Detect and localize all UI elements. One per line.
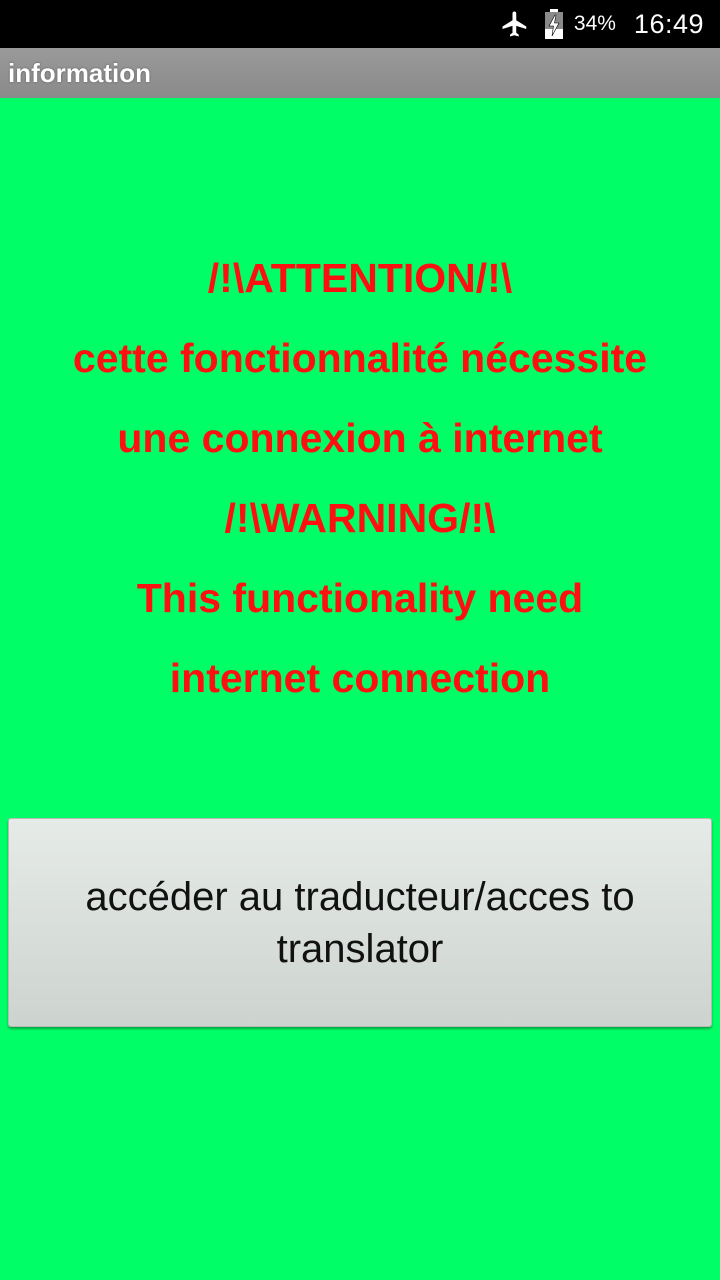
page-title: information bbox=[8, 57, 151, 88]
warning-message: /!\ATTENTION/!\ cette fonctionnalité néc… bbox=[0, 238, 720, 718]
access-translator-button-label: accéder au traducteur/acces to translato… bbox=[85, 874, 635, 971]
message-line-warning: /!\WARNING/!\ bbox=[224, 495, 496, 541]
battery-charging-icon bbox=[544, 9, 564, 39]
airplane-mode-icon bbox=[500, 9, 530, 39]
message-line-fr-2: une connexion à internet bbox=[117, 415, 603, 461]
status-bar: 34% 16:49 bbox=[0, 0, 720, 48]
title-bar: information bbox=[0, 48, 720, 98]
clock: 16:49 bbox=[633, 8, 704, 39]
message-line-attention: /!\ATTENTION/!\ bbox=[207, 255, 513, 301]
battery-percent: 34% bbox=[573, 12, 616, 35]
message-line-en-1: This functionality need bbox=[136, 575, 584, 621]
status-icons: 34% 16:49 bbox=[500, 0, 704, 48]
message-line-en-2: internet connection bbox=[169, 655, 551, 701]
message-line-fr-1: cette fonctionnalité nécessite bbox=[72, 335, 648, 381]
access-translator-button[interactable]: accéder au traducteur/acces to translato… bbox=[8, 818, 712, 1027]
